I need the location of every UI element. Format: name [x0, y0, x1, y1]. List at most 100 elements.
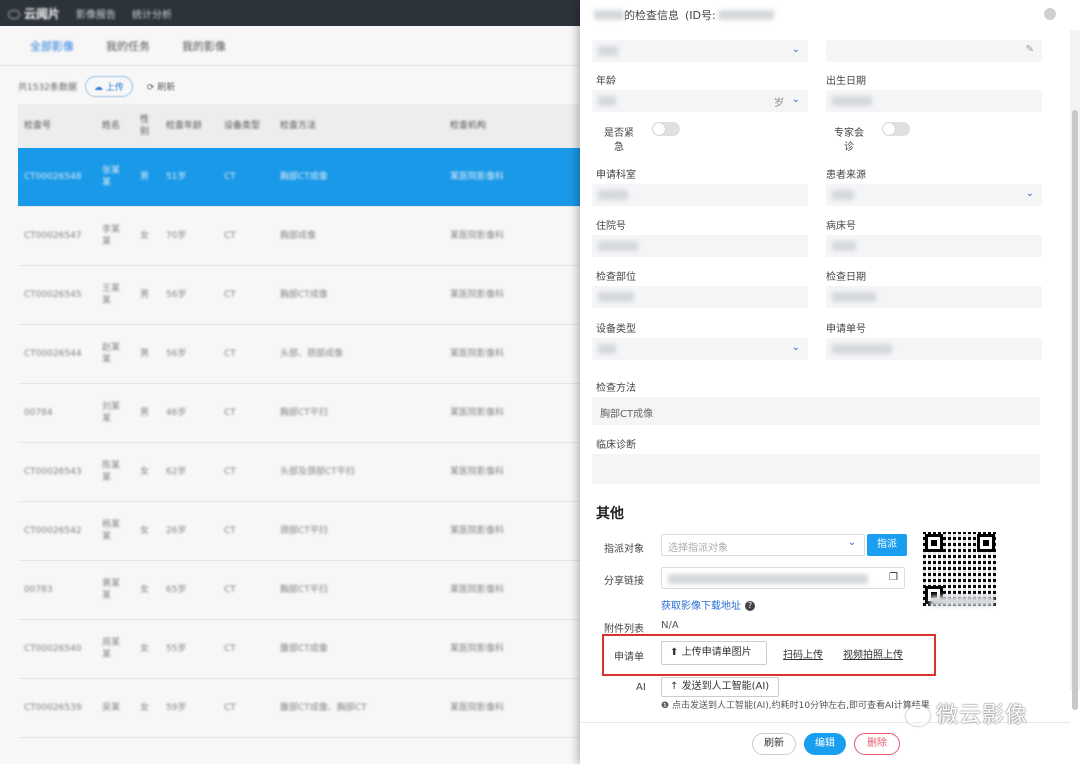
dept-label: 申请科室	[596, 170, 636, 181]
birth-date-field[interactable]	[826, 90, 1042, 112]
cell-gender: 男	[140, 172, 150, 182]
nav-stats[interactable]: 统计分析	[132, 6, 172, 21]
birth-value-redacted	[832, 96, 872, 106]
table-row[interactable]: 00783 黄某某 女 65岁 CT 胸部CT平扫 某医院影像科	[18, 561, 580, 620]
device-value-redacted	[598, 344, 616, 354]
cell-method: 胸部CT成像	[280, 290, 328, 300]
upload-arrow-icon: ↑	[670, 681, 679, 692]
cell-name: 吴某	[102, 703, 121, 713]
col-method[interactable]: 检查方法	[274, 120, 444, 132]
download-link[interactable]: 获取影像下载地址?	[661, 597, 755, 612]
upload-arrow-icon: ⬆	[670, 647, 679, 658]
exam-table: 检查号 姓名 性别 检查年龄 设备类型 检查方法 检查机构 CT00026548…	[18, 104, 580, 738]
method-label: 检查方法	[596, 383, 636, 394]
nav-report[interactable]: 影像报告	[76, 6, 116, 21]
tab-my-images[interactable]: 我的影像	[182, 38, 226, 54]
table-row[interactable]: CT00026548 张某某 男 51岁 CT 胸部CT成像 某医院影像科	[18, 148, 580, 207]
table-row[interactable]: 00784 刘某某 男 46岁 CT 胸部CT平扫 某医院影像科	[18, 384, 580, 443]
source-select[interactable]: ⌄	[826, 184, 1042, 206]
gender-select[interactable]: ⌄	[592, 40, 808, 62]
assign-select[interactable]: 选择指派对象 ⌄	[661, 534, 865, 556]
table-row[interactable]: CT00026539 吴某 女 59岁 CT 腹部CT成像、胸部CT 某医院影像科	[18, 679, 580, 738]
table-row[interactable]: CT00026545 王某某 男 56岁 CT 胸部CT成像 某医院影像科	[18, 266, 580, 325]
chevron-down-icon: ⌄	[847, 537, 856, 548]
col-device[interactable]: 设备类型	[218, 120, 274, 132]
send-to-ai-label: 发送到人工智能(AI)	[681, 681, 770, 692]
table-row[interactable]: CT00026547 李某某 女 70岁 CT 胸部成像 某医院影像科	[18, 207, 580, 266]
cell-name: 刘某某	[102, 402, 121, 424]
download-link-text: 获取影像下载地址	[661, 601, 741, 612]
brand-logo[interactable]: 云阅片	[8, 5, 60, 22]
request-label: 申请单	[614, 652, 644, 663]
cell-method: 胸部成像	[280, 231, 317, 241]
refresh-list-button[interactable]: ⟳ 刷新	[141, 77, 181, 96]
col-age[interactable]: 检查年龄	[160, 120, 218, 132]
name-field[interactable]: ✎	[826, 40, 1042, 62]
qr-finder	[925, 534, 943, 552]
exam-date-field[interactable]	[826, 286, 1042, 308]
upload-request-image-button[interactable]: ⬆ 上传申请单图片	[661, 641, 767, 665]
delete-button[interactable]: 删除	[854, 733, 900, 755]
col-gender[interactable]: 性别	[134, 114, 160, 138]
cell-gender: 男	[140, 349, 150, 359]
chevron-down-icon: ⌄	[1025, 188, 1034, 199]
attach-value: N/A	[661, 620, 679, 631]
cell-org: 某医院影像科	[450, 349, 505, 359]
cell-method: 胸部CT平扫	[280, 585, 328, 595]
part-field[interactable]	[592, 286, 808, 308]
urgent-toggle[interactable]	[652, 122, 680, 136]
upload-button[interactable]: ☁ 上传	[84, 76, 133, 97]
list-toolbar: 共1532条数据 ☁ 上传 ⟳ 刷新	[18, 76, 181, 97]
refresh-list-label: 刷新	[157, 83, 176, 93]
scan-upload-link[interactable]: 扫码上传	[783, 646, 823, 661]
dept-field[interactable]	[592, 184, 808, 206]
tab-my-tasks[interactable]: 我的任务	[106, 38, 150, 54]
tab-all-images[interactable]: 全部影像	[30, 38, 74, 54]
video-upload-link[interactable]: 视频拍照上传	[843, 646, 903, 661]
assign-button[interactable]: 指派	[867, 534, 907, 556]
ai-label: AI	[636, 682, 646, 693]
inpatient-value-redacted	[598, 241, 638, 251]
refresh-button[interactable]: 刷新	[752, 733, 796, 755]
age-value-redacted	[598, 96, 616, 106]
method-value: 胸部CT成像	[600, 409, 654, 420]
cell-exam-no: CT00026539	[24, 703, 82, 713]
cell-exam-no: 00784	[24, 408, 53, 418]
share-label: 分享链接	[604, 576, 644, 587]
inpatient-label: 住院号	[596, 221, 626, 232]
table-row[interactable]: CT00026543 陈某某 女 62岁 CT 头部及颈部CT平扫 某医院影像科	[18, 443, 580, 502]
inpatient-field[interactable]	[592, 235, 808, 257]
list-tabs: 全部影像 我的任务 我的影像	[0, 26, 580, 66]
method-field[interactable]: 胸部CT成像	[592, 397, 1040, 425]
order-no-field[interactable]	[826, 338, 1042, 360]
device-select[interactable]: ⌄	[592, 338, 808, 360]
send-to-ai-button[interactable]: ↑ 发送到人工智能(AI)	[661, 677, 779, 697]
source-value-redacted	[832, 190, 854, 200]
help-icon[interactable]: ?	[745, 601, 755, 611]
diagnosis-field[interactable]	[592, 454, 1040, 484]
share-link-field[interactable]: ❐	[661, 567, 905, 589]
panel-scrollbar[interactable]	[1070, 30, 1080, 710]
table-row[interactable]: CT00026542 杨某某 女 26岁 CT 颈部CT平扫 某医院影像科	[18, 502, 580, 561]
col-org[interactable]: 检查机构	[444, 120, 574, 132]
cell-org: 某医院影像科	[450, 290, 505, 300]
upload-label: 上传	[105, 83, 124, 93]
table-row[interactable]: CT00026544 赵某某 男 56岁 CT 头部、颈部成像 某医院影像科	[18, 325, 580, 384]
gender-value-redacted	[598, 46, 618, 56]
table-row[interactable]: CT00026540 周某某 女 55岁 CT 腹部CT成像 某医院影像科	[18, 620, 580, 679]
copy-icon[interactable]: ❐	[889, 572, 898, 583]
bed-field[interactable]	[826, 235, 1042, 257]
top-nav-bar: 云阅片 影像报告 统计分析	[0, 0, 580, 26]
order-value-redacted	[832, 344, 892, 354]
cell-device: CT	[224, 290, 236, 300]
expert-toggle[interactable]	[882, 122, 910, 136]
col-name[interactable]: 姓名	[96, 120, 134, 132]
wechat-icon	[906, 706, 930, 726]
edit-button[interactable]: 编辑	[804, 733, 846, 755]
age-field[interactable]: 岁 ⌄	[592, 90, 808, 112]
close-icon[interactable]	[1044, 8, 1056, 20]
cell-name: 黄某某	[102, 579, 121, 601]
scrollbar-thumb[interactable]	[1072, 110, 1078, 710]
col-exam-no[interactable]: 检查号	[18, 120, 96, 132]
expert-label: 专家会诊	[834, 128, 864, 153]
